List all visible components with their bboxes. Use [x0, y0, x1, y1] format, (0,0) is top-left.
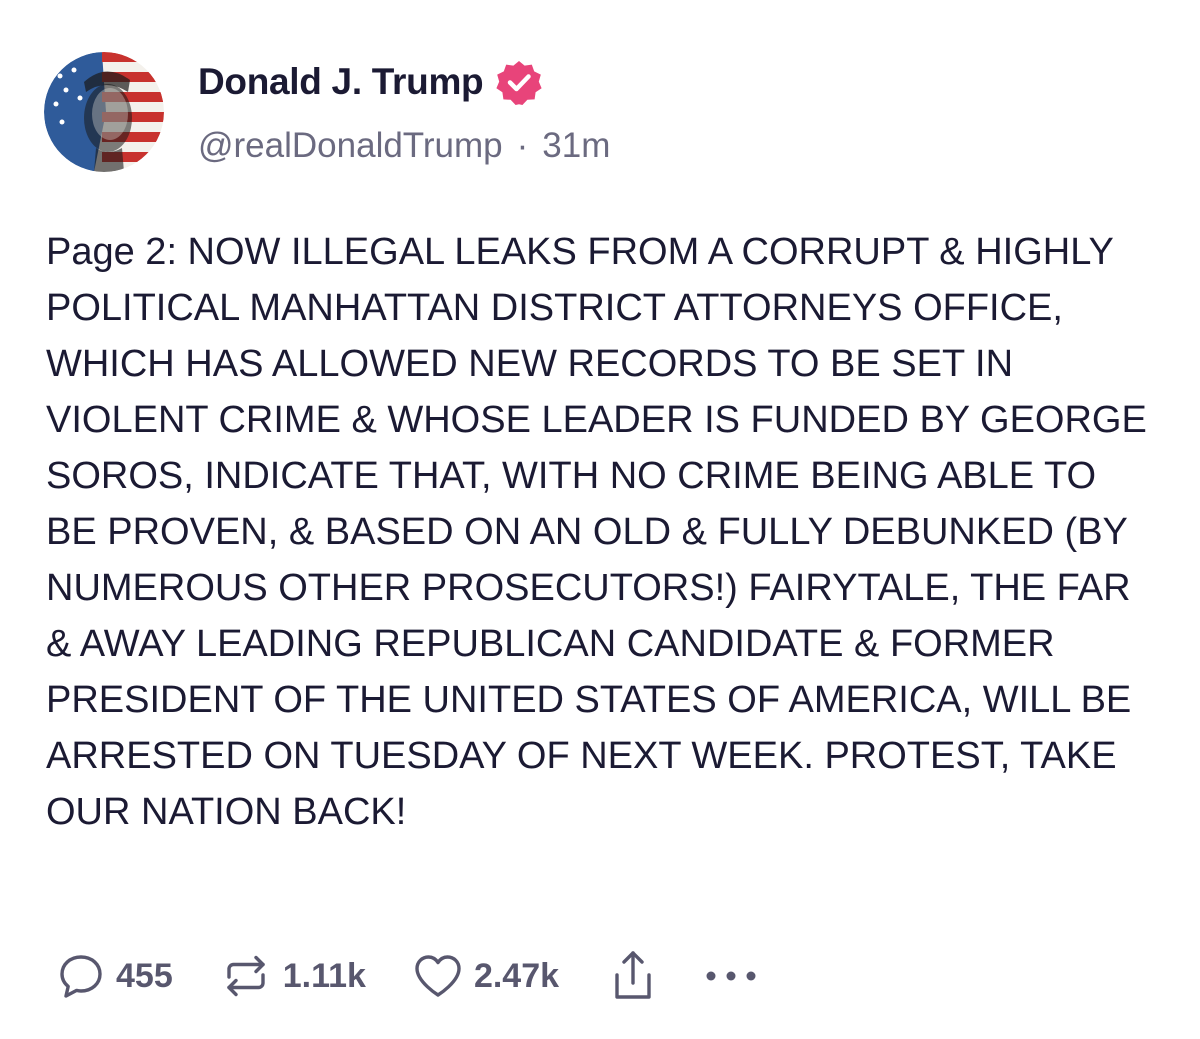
heart-icon: [412, 951, 464, 1001]
author-handle[interactable]: @realDonaldTrump: [198, 126, 503, 166]
reply-icon: [56, 951, 106, 1001]
post-timestamp[interactable]: 31m: [542, 126, 610, 166]
more-options-button[interactable]: [703, 966, 759, 986]
repost-button[interactable]: 1.11k: [219, 951, 366, 1001]
reply-button[interactable]: 455: [56, 951, 173, 1001]
repost-count: 1.11k: [282, 956, 366, 995]
repost-icon: [219, 951, 273, 1001]
share-button[interactable]: [611, 949, 655, 1003]
post-text: Page 2: NOW ILLEGAL LEAKS FROM A CORRUPT…: [46, 231, 1147, 833]
more-icon: [703, 966, 759, 986]
share-icon: [611, 949, 655, 1003]
author-meta-row: @realDonaldTrump · 31m: [198, 122, 610, 170]
post-card: Donald J. Trump @realDonaldTrump · 31m P…: [0, 0, 1200, 1039]
verified-badge-icon: [495, 58, 543, 106]
like-button[interactable]: 2.47k: [412, 951, 559, 1001]
reply-count: 455: [116, 956, 173, 995]
post-actions-bar: 455 1.11k 2.47k: [56, 944, 759, 1008]
avatar-image: [44, 52, 164, 172]
meta-separator: ·: [516, 126, 529, 165]
author-name-row: Donald J. Trump: [198, 58, 543, 106]
like-count: 2.47k: [473, 956, 560, 995]
author-display-name[interactable]: Donald J. Trump: [198, 61, 484, 103]
avatar[interactable]: [44, 52, 164, 172]
